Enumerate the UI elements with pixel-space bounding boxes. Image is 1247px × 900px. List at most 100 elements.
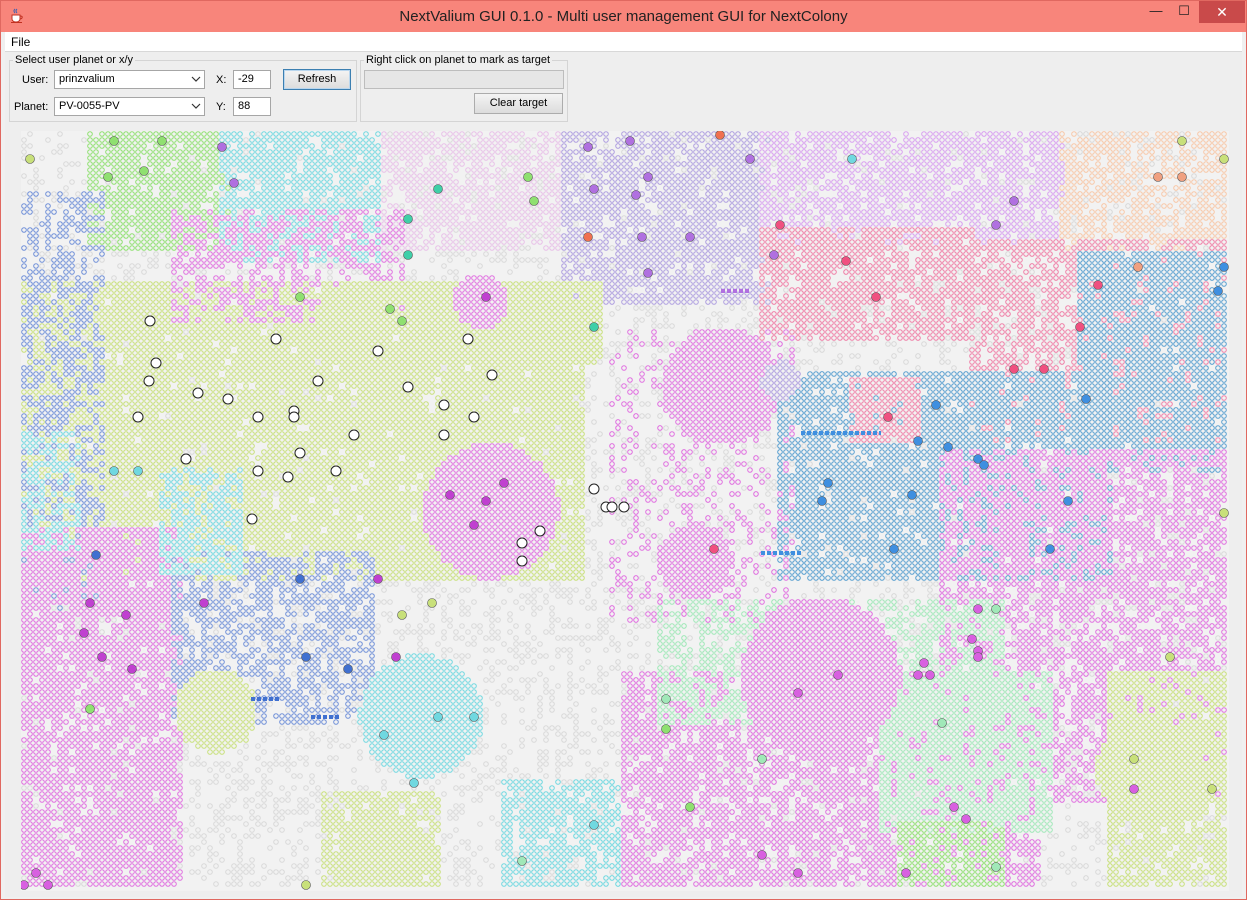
planet-marker[interactable] (967, 634, 977, 644)
planet-marker[interactable] (991, 862, 1001, 872)
planet-marker[interactable] (841, 256, 851, 266)
planet-marker[interactable] (373, 574, 383, 584)
planet-marker[interactable] (1219, 508, 1229, 518)
planet-marker[interactable] (121, 610, 131, 620)
planet-marker[interactable] (661, 694, 671, 704)
planet-marker[interactable] (469, 712, 479, 722)
planet-marker[interactable] (433, 184, 443, 194)
planet-marker[interactable] (991, 220, 1001, 230)
planet-marker[interactable] (438, 399, 450, 411)
planet-marker[interactable] (402, 381, 414, 393)
planet-marker[interactable] (534, 525, 546, 537)
planet-marker[interactable] (889, 544, 899, 554)
planet-marker[interactable] (1063, 496, 1073, 506)
planet-marker[interactable] (397, 316, 407, 326)
planet-marker[interactable] (925, 670, 935, 680)
planet-marker[interactable] (462, 333, 474, 345)
planet-marker[interactable] (1009, 364, 1019, 374)
planet-marker[interactable] (949, 802, 959, 812)
planet-marker[interactable] (523, 172, 533, 182)
planet-marker[interactable] (769, 250, 779, 260)
planet-marker[interactable] (637, 232, 647, 242)
planet-marker[interactable] (499, 478, 509, 488)
planet-marker[interactable] (517, 856, 527, 866)
planet-marker[interactable] (1133, 262, 1143, 272)
planet-marker[interactable] (1129, 754, 1139, 764)
planet-marker[interactable] (85, 598, 95, 608)
planet-marker[interactable] (295, 292, 305, 302)
planet-select[interactable]: PV-0055-PV (54, 97, 205, 116)
planet-marker[interactable] (403, 214, 413, 224)
menu-file[interactable]: File (11, 35, 30, 49)
planet-marker[interactable] (222, 393, 234, 405)
planet-marker[interactable] (991, 604, 1001, 614)
planet-marker[interactable] (192, 387, 204, 399)
planet-marker[interactable] (397, 610, 407, 620)
planet-marker[interactable] (618, 501, 630, 513)
title-bar[interactable]: NextValium GUI 0.1.0 - Multi user manage… (1, 1, 1246, 32)
planet-marker[interactable] (180, 453, 192, 465)
planet-marker[interactable] (883, 412, 893, 422)
clear-target-button[interactable]: Clear target (474, 93, 563, 114)
planet-marker[interactable] (486, 369, 498, 381)
planet-marker[interactable] (583, 142, 593, 152)
planet-marker[interactable] (252, 411, 264, 423)
planet-marker[interactable] (589, 820, 599, 830)
planet-marker[interactable] (481, 292, 491, 302)
planet-marker[interactable] (529, 196, 539, 206)
planet-marker[interactable] (1129, 784, 1139, 794)
maximize-button[interactable]: ☐ (1169, 1, 1199, 23)
planet-marker[interactable] (931, 400, 941, 410)
planet-marker[interactable] (25, 154, 35, 164)
planet-marker[interactable] (589, 322, 599, 332)
planet-marker[interactable] (793, 688, 803, 698)
planet-marker[interactable] (97, 652, 107, 662)
planet-marker[interactable] (1177, 172, 1187, 182)
planet-marker[interactable] (91, 550, 101, 560)
planet-marker[interactable] (468, 411, 480, 423)
planet-marker[interactable] (385, 304, 395, 314)
planet-marker[interactable] (143, 375, 155, 387)
planet-marker[interactable] (43, 880, 53, 890)
planet-marker[interactable] (1207, 784, 1217, 794)
galaxy-map[interactable] (21, 131, 1229, 891)
planet-marker[interactable] (282, 471, 294, 483)
planet-marker[interactable] (937, 718, 947, 728)
planet-marker[interactable] (21, 880, 29, 890)
x-coordinate-field[interactable]: -29 (233, 70, 271, 89)
planet-marker[interactable] (1219, 262, 1229, 272)
close-button[interactable]: ✕ (1199, 1, 1245, 23)
planet-marker[interactable] (1081, 394, 1091, 404)
planet-marker[interactable] (270, 333, 282, 345)
planet-marker[interactable] (979, 460, 989, 470)
planet-marker[interactable] (871, 292, 881, 302)
planet-marker[interactable] (199, 598, 209, 608)
planet-marker[interactable] (1219, 154, 1229, 164)
y-coordinate-field[interactable]: 88 (233, 97, 271, 116)
planet-marker[interactable] (685, 802, 695, 812)
planet-marker[interactable] (391, 652, 401, 662)
planet-marker[interactable] (775, 220, 785, 230)
planet-marker[interactable] (301, 652, 311, 662)
planet-marker[interactable] (588, 483, 600, 495)
planet-marker[interactable] (1009, 196, 1019, 206)
planet-marker[interactable] (973, 604, 983, 614)
planet-marker[interactable] (433, 712, 443, 722)
planet-marker[interactable] (919, 658, 929, 668)
planet-marker[interactable] (481, 496, 491, 506)
planet-marker[interactable] (103, 172, 113, 182)
planet-marker[interactable] (709, 544, 719, 554)
planet-marker[interactable] (343, 664, 353, 674)
planet-marker[interactable] (294, 447, 306, 459)
planet-marker[interactable] (715, 131, 725, 140)
planet-marker[interactable] (348, 429, 360, 441)
planet-marker[interactable] (907, 490, 917, 500)
planet-marker[interactable] (625, 136, 635, 146)
planet-marker[interactable] (516, 555, 528, 567)
planet-marker[interactable] (631, 190, 641, 200)
planet-marker[interactable] (301, 880, 311, 890)
planet-marker[interactable] (901, 868, 911, 878)
planet-marker[interactable] (817, 496, 827, 506)
planet-marker[interactable] (847, 154, 857, 164)
planet-marker[interactable] (643, 268, 653, 278)
